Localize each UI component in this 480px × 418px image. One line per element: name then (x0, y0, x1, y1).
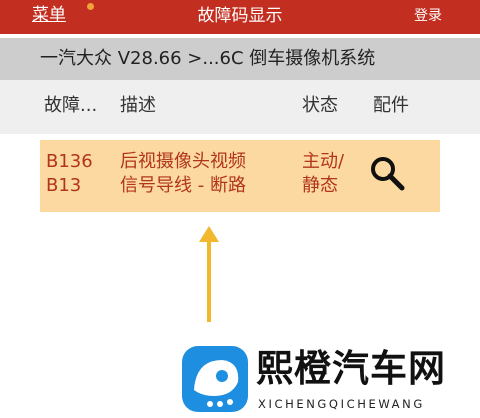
watermark-name: 熙橙汽车网 (256, 347, 446, 390)
search-icon[interactable] (368, 154, 406, 192)
fault-description: 后视摄像头视频 信号导线 - 断路 (120, 151, 246, 196)
column-header-code[interactable]: 故障... (44, 94, 97, 118)
logo-icon (182, 346, 248, 412)
title-bar: 菜单 故障码显示 登录 (0, 0, 480, 34)
breadcrumb[interactable]: 一汽大众 V28.66 >...6C 倒车摄像机系统 (0, 38, 480, 80)
table-header: 故障... 描述 状态 配件 (0, 80, 480, 134)
arrow-up-icon (199, 226, 219, 322)
page-title: 故障码显示 (197, 6, 283, 26)
login-button[interactable]: 登录 (414, 6, 442, 26)
column-header-status[interactable]: 状态 (302, 94, 338, 118)
column-header-description[interactable]: 描述 (120, 94, 156, 118)
column-header-parts[interactable]: 配件 (373, 94, 409, 118)
table-row[interactable]: B136 B13 后视摄像头视频 信号导线 - 断路 主动/静态 (40, 140, 440, 212)
watermark-sub: XICHENGQICHEWANG (258, 397, 425, 411)
fault-code: B136 B13 (46, 151, 93, 196)
fault-status: 主动/静态 (302, 151, 345, 196)
